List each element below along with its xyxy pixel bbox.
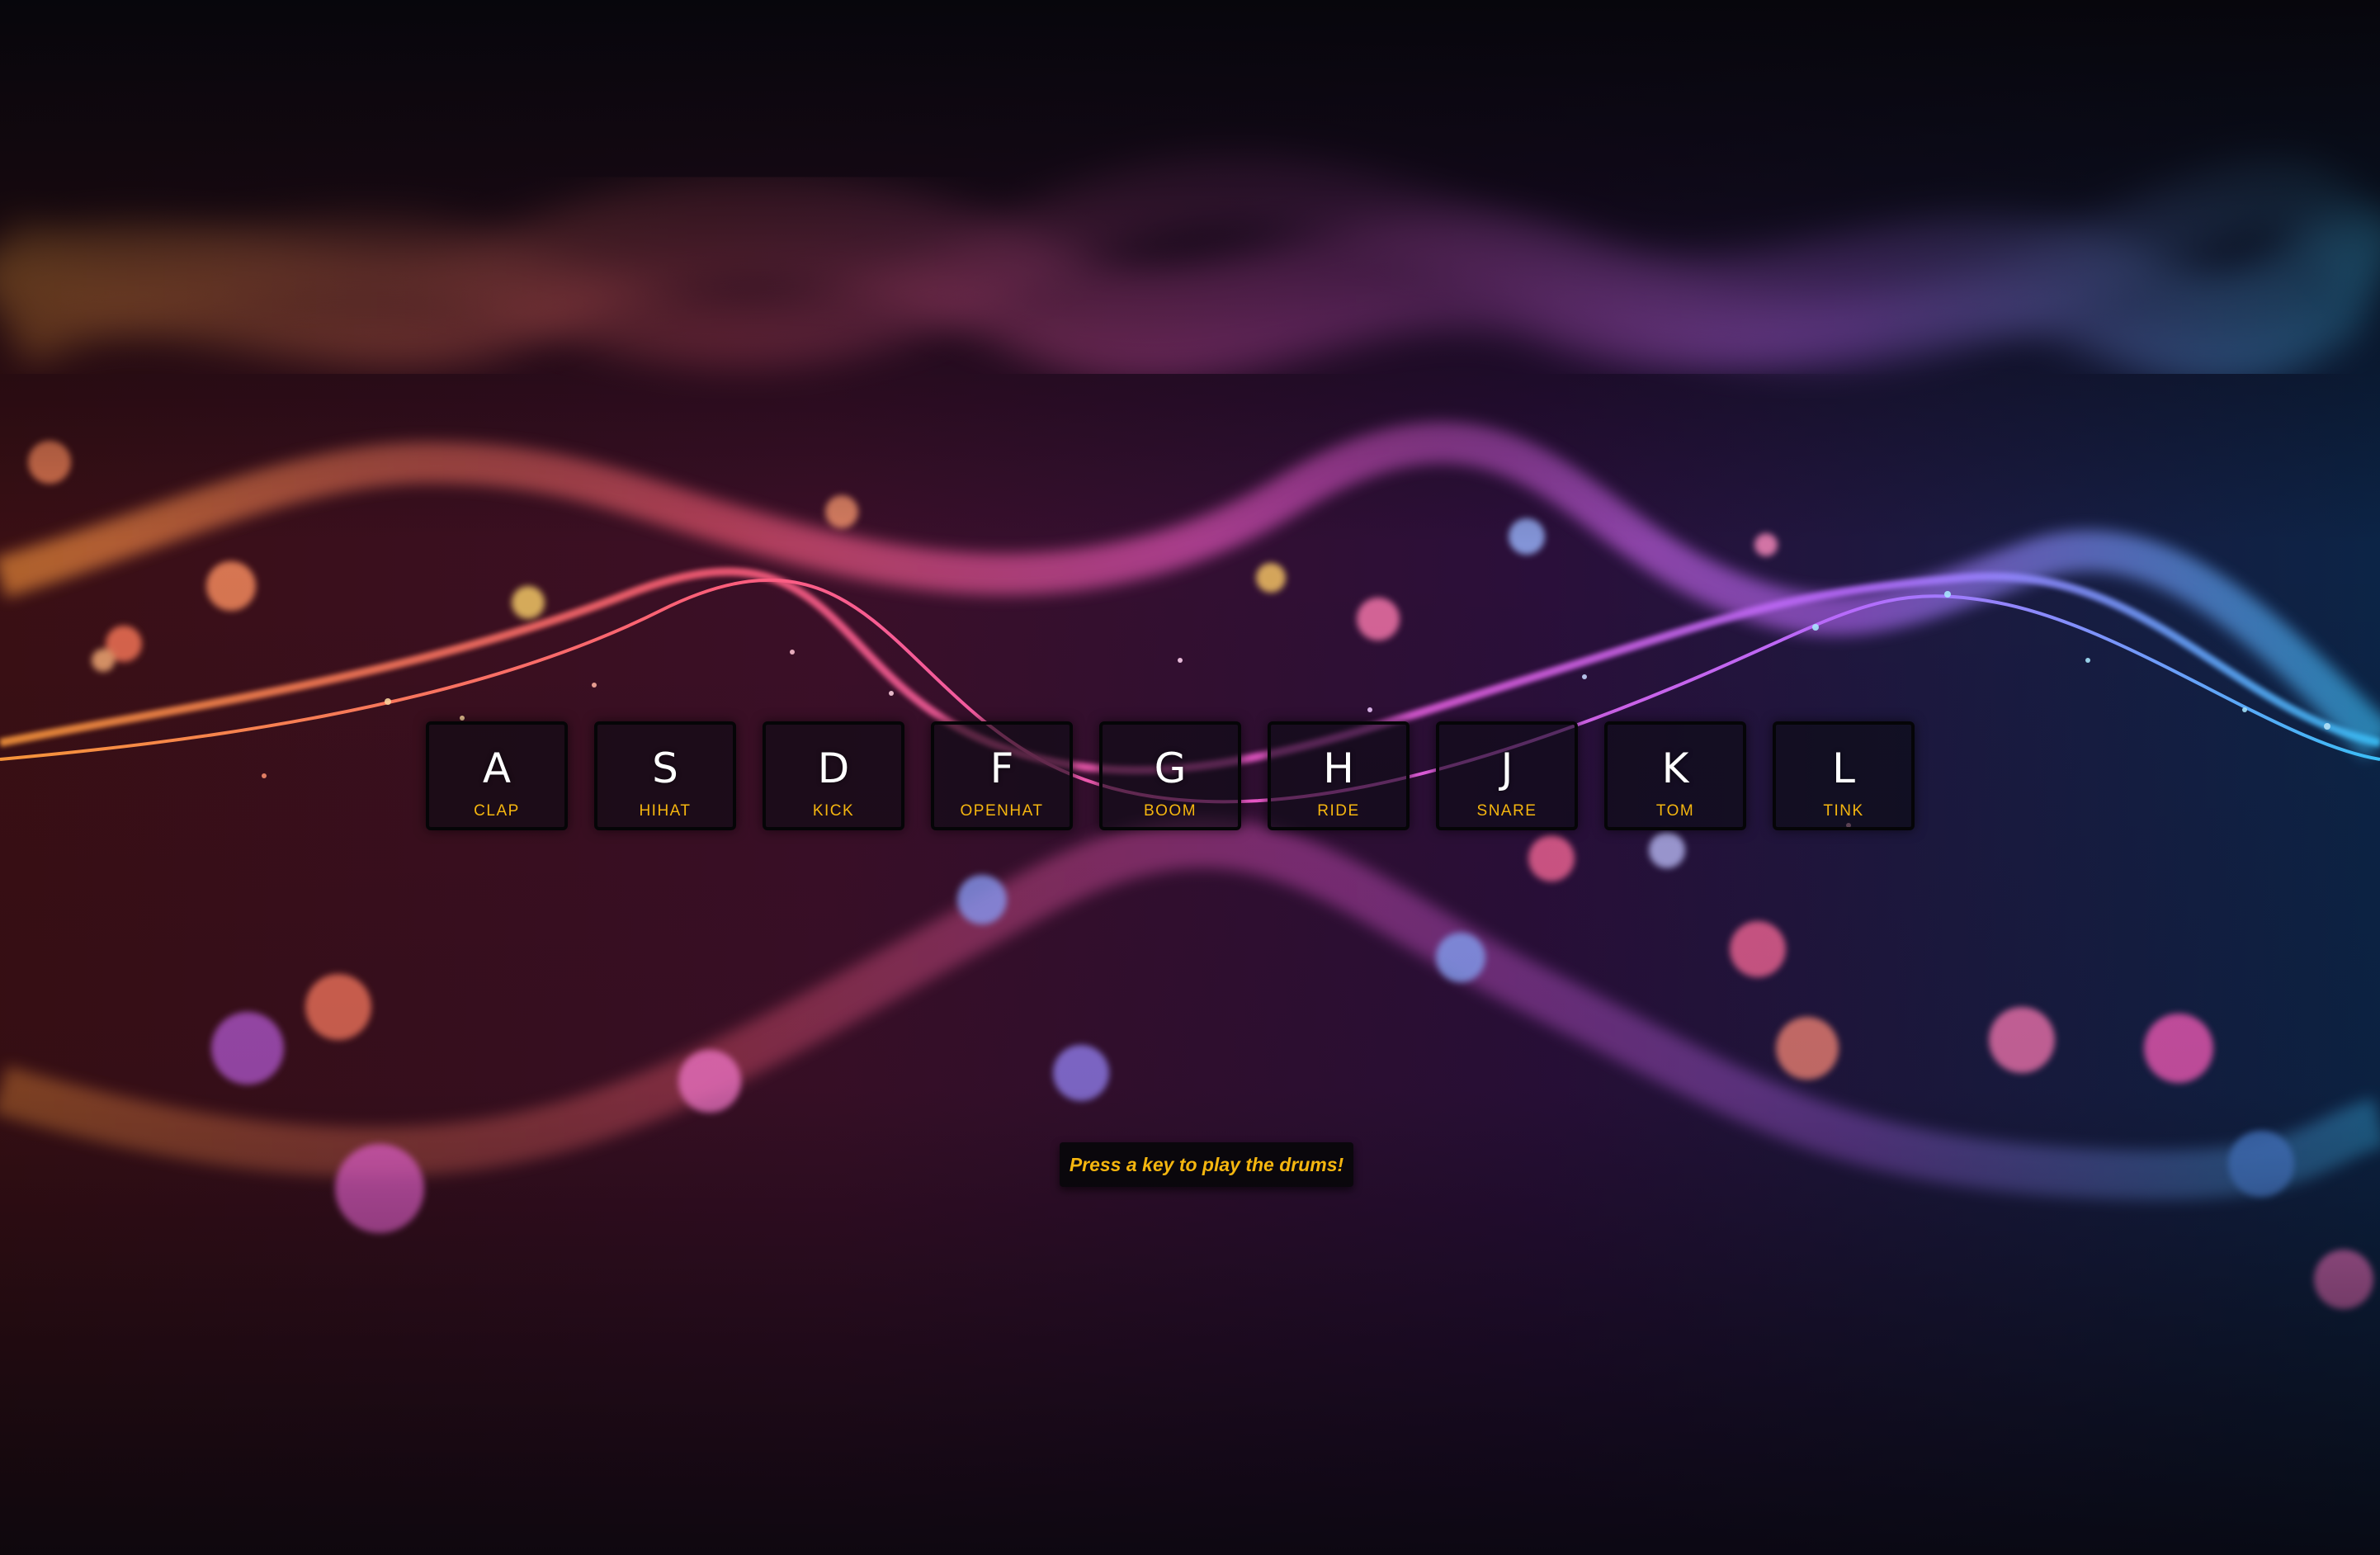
key-sound-label: OPENHAT	[960, 802, 1044, 820]
drum-keys: A CLAP S HIHAT D KICK F OPENHAT G BOOM H…	[426, 721, 1941, 834]
key-letter: F	[989, 744, 1014, 792]
drum-key-h[interactable]: H RIDE	[1268, 721, 1410, 830]
key-letter: D	[817, 744, 850, 792]
status-message: Press a key to play the drums!	[1069, 1153, 1344, 1175]
drum-key-f[interactable]: F OPENHAT	[931, 721, 1073, 830]
drum-key-d[interactable]: D KICK	[763, 721, 904, 830]
status-message-box: Press a key to play the drums!	[1060, 1142, 1353, 1187]
drum-key-j[interactable]: J SNARE	[1436, 721, 1578, 830]
key-sound-label: TOM	[1655, 802, 1695, 820]
key-letter: S	[652, 744, 678, 792]
key-sound-label: TINK	[1823, 802, 1864, 820]
key-sound-label: SNARE	[1476, 802, 1537, 820]
key-sound-label: RIDE	[1317, 802, 1360, 820]
key-sound-label: KICK	[812, 802, 855, 820]
key-letter: H	[1323, 744, 1354, 792]
key-letter: L	[1832, 744, 1855, 792]
key-sound-label: CLAP	[474, 802, 520, 820]
drum-key-a[interactable]: A CLAP	[426, 721, 568, 830]
drum-key-l[interactable]: L TINK	[1773, 721, 1915, 830]
drum-key-g[interactable]: G BOOM	[1099, 721, 1241, 830]
key-sound-label: BOOM	[1143, 802, 1197, 820]
drum-key-s[interactable]: S HIHAT	[594, 721, 736, 830]
key-sound-label: HIHAT	[639, 802, 692, 820]
key-letter: A	[482, 744, 512, 792]
key-letter: J	[1500, 744, 1513, 792]
key-letter: G	[1154, 744, 1187, 792]
key-letter: K	[1661, 744, 1689, 792]
drum-key-k[interactable]: K TOM	[1604, 721, 1746, 830]
